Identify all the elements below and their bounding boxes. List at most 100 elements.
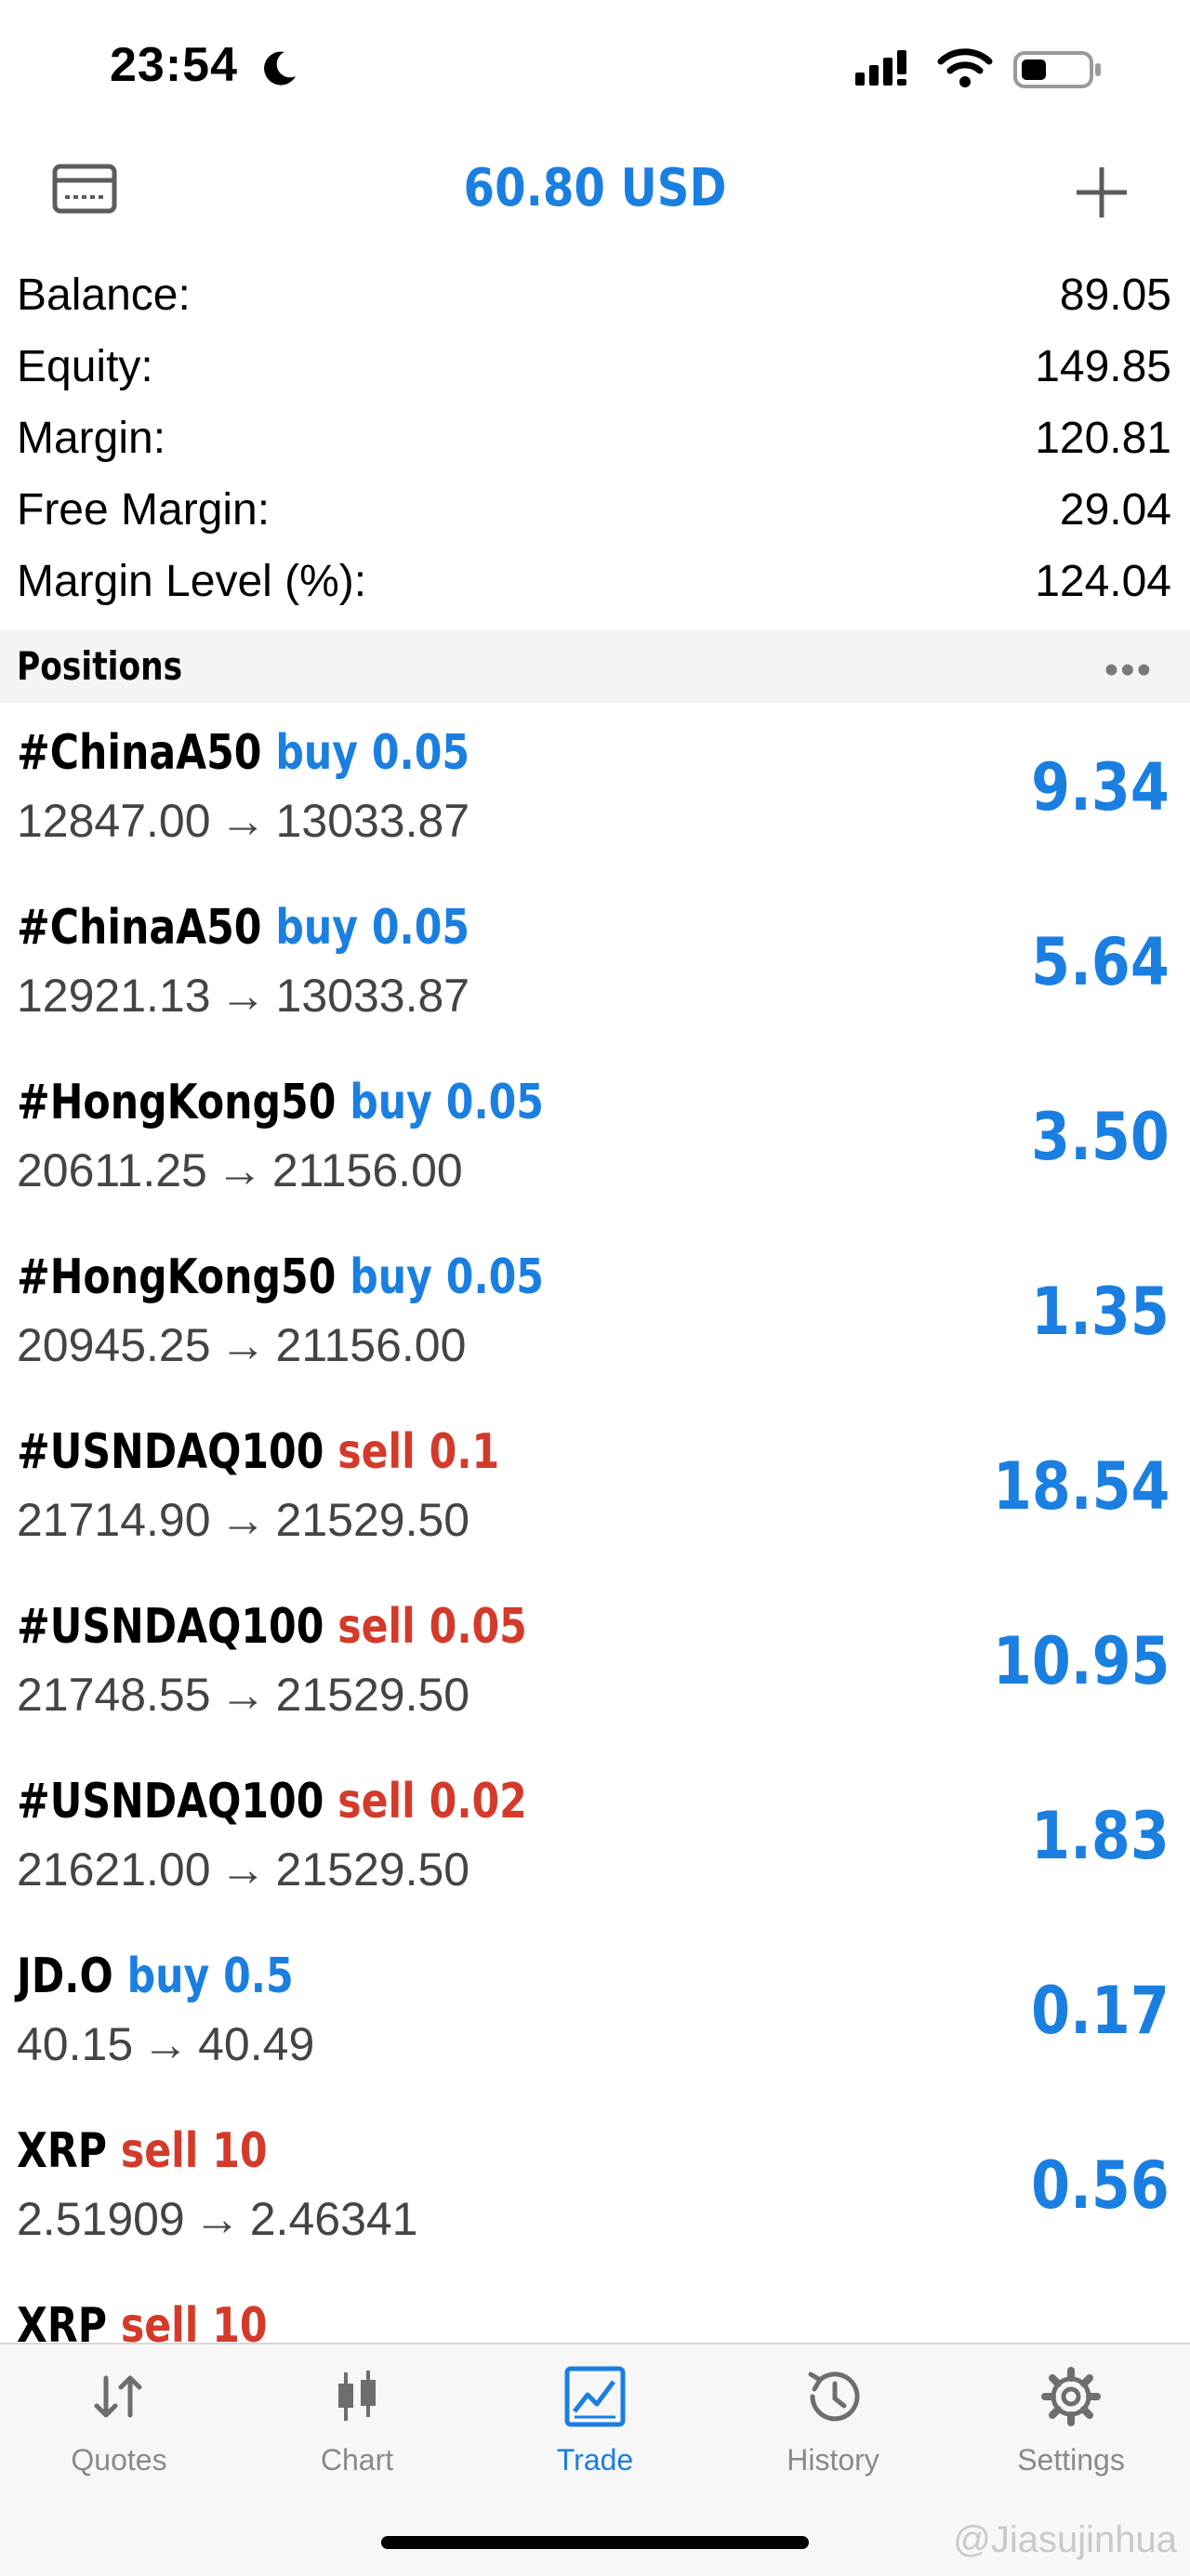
position-row[interactable]: #USNDAQ100 sell 0.1 21714.90 → 21529.50 18…: [0, 1406, 1190, 1580]
position-volume: 0.02: [429, 1774, 527, 1830]
summary-value: 149.85: [1035, 342, 1171, 391]
open-price: 21621.00: [17, 1843, 211, 1896]
tab-label: Trade: [556, 2443, 634, 2477]
quotes-arrows-icon: [94, 2375, 142, 2418]
position-volume: 0.05: [445, 1075, 544, 1130]
gear-icon: [1041, 2367, 1101, 2426]
position-symbol: #USNDAQ100: [17, 1424, 324, 1480]
summary-label: Balance:: [17, 271, 191, 320]
current-price: 21529.50: [275, 1494, 470, 1546]
candlestick-chart-icon: [338, 2371, 376, 2421]
open-price: 12847.00: [17, 795, 211, 847]
position-volume: 0.05: [445, 1249, 544, 1305]
add-order-button[interactable]: [1071, 162, 1132, 223]
summary-value: 120.81: [1035, 414, 1171, 463]
position-side: buy: [350, 1249, 432, 1305]
moon-icon: [264, 51, 296, 86]
position-profit: 9.34: [1031, 749, 1170, 826]
position-title: #USNDAQ100 sell 0.02: [17, 1774, 527, 1830]
position-row[interactable]: JD.O buy 0.5 40.15 → 40.49 0.17: [0, 1930, 1190, 2105]
position-prices: 2.51909 → 2.46341: [17, 2192, 418, 2246]
position-prices: 20945.25 → 21156.00: [17, 1318, 466, 1372]
position-prices: 40.15 → 40.49: [17, 2017, 314, 2071]
price-arrow: →: [219, 1669, 267, 1721]
summary-label: Margin:: [17, 414, 166, 463]
price-arrow: →: [219, 1843, 267, 1896]
position-side: sell: [337, 1774, 416, 1830]
position-row[interactable]: #ChinaA50 buy 0.05 12921.13 → 13033.87 5.6…: [0, 881, 1190, 1056]
tab-trade[interactable]: Trade: [476, 2363, 714, 2503]
position-symbol: #USNDAQ100: [17, 1599, 324, 1655]
position-row[interactable]: XRP sell 10: [0, 2279, 1190, 2343]
cellular-signal-icon: [855, 50, 906, 86]
home-indicator[interactable]: [381, 2536, 809, 2549]
battery-icon: [1013, 51, 1101, 88]
position-prices: 21714.90 → 21529.50: [17, 1493, 469, 1547]
position-prices: 20611.25 → 21156.00: [17, 1143, 463, 1197]
summary-row-margin-level: Margin Level (%): 124.04: [0, 545, 1190, 616]
position-row[interactable]: #HongKong50 buy 0.05 20611.25 → 21156.00 3…: [0, 1056, 1190, 1231]
position-side: buy: [275, 900, 358, 956]
current-price: 21529.50: [275, 1669, 470, 1721]
position-title: XRP sell 10: [17, 2298, 268, 2343]
summary-row-balance: Balance: 89.05: [0, 258, 1190, 330]
summary-value: 124.04: [1035, 557, 1171, 606]
position-side: sell: [120, 2123, 199, 2179]
status-bar: 23:54: [0, 0, 1190, 139]
position-symbol: #ChinaA50: [17, 725, 262, 781]
position-volume: 0.05: [429, 1599, 527, 1655]
open-price: 21748.55: [17, 1669, 211, 1721]
tab-quotes[interactable]: Quotes: [0, 2363, 238, 2503]
position-symbol: XRP: [17, 2298, 107, 2343]
position-profit: 18.54: [992, 1448, 1170, 1525]
positions-title: Positions: [17, 643, 183, 689]
position-title: #ChinaA50 buy 0.05: [17, 900, 469, 956]
status-time: 23:54: [110, 38, 238, 92]
position-profit: 1.83: [1031, 1798, 1170, 1874]
position-row[interactable]: #USNDAQ100 sell 0.02 21621.00 → 21529.50 1…: [0, 1755, 1190, 1930]
open-price: 2.51909: [17, 2193, 185, 2245]
current-price: 13033.87: [275, 970, 470, 1022]
position-profit: 10.95: [992, 1623, 1170, 1699]
price-arrow: →: [219, 970, 267, 1022]
open-price: 21714.90: [17, 1494, 211, 1546]
price-arrow: →: [216, 1144, 263, 1196]
account-header: 60.80 USD: [0, 139, 1190, 242]
summary-label: Equity:: [17, 342, 153, 391]
trade-chart-icon: [564, 2366, 626, 2427]
summary-row-margin: Margin: 120.81: [0, 402, 1190, 473]
position-symbol: JD.O: [17, 1949, 113, 2004]
position-prices: 12921.13 → 13033.87: [17, 969, 469, 1023]
open-price: 40.15: [17, 2018, 134, 2070]
position-symbol: XRP: [17, 2123, 107, 2179]
current-price: 21156.00: [271, 1144, 463, 1196]
position-row[interactable]: #ChinaA50 buy 0.05 12847.00 → 13033.87 9.3…: [0, 707, 1190, 881]
history-clock-icon: [808, 2371, 860, 2422]
summary-value: 29.04: [1059, 485, 1171, 535]
price-arrow: →: [219, 795, 267, 847]
position-row[interactable]: #HongKong50 buy 0.05 20945.25 → 21156.00 1…: [0, 1231, 1190, 1406]
tab-history[interactable]: History: [714, 2363, 952, 2503]
position-side: buy: [126, 1949, 210, 2004]
position-volume: 0.05: [371, 900, 470, 956]
tab-chart[interactable]: Chart: [238, 2363, 476, 2503]
price-arrow: →: [219, 1494, 267, 1546]
tab-label: Settings: [1017, 2443, 1125, 2477]
positions-section-header: Positions •••: [0, 630, 1190, 703]
position-title: XRP sell 10: [17, 2123, 268, 2179]
header-balance-title[interactable]: 60.80 USD: [84, 158, 1107, 218]
position-row[interactable]: XRP sell 10 2.51909 → 2.46341 0.56: [0, 2105, 1190, 2279]
position-profit: 3.50: [1031, 1099, 1170, 1175]
position-profit: 0.17: [1031, 1973, 1170, 2049]
position-volume: 0.1: [429, 1424, 500, 1480]
open-price: 20945.25: [17, 1319, 211, 1371]
account-summary: Balance: 89.05 Equity: 149.85 Margin: 12…: [0, 258, 1190, 616]
position-volume: 0.05: [371, 725, 470, 781]
summary-row-free-margin: Free Margin: 29.04: [0, 473, 1190, 545]
position-row[interactable]: #USNDAQ100 sell 0.05 21748.55 → 21529.50 1…: [0, 1580, 1190, 1755]
price-arrow: →: [219, 1319, 267, 1371]
position-symbol: #HongKong50: [17, 1075, 337, 1130]
more-options-icon[interactable]: •••: [1104, 647, 1153, 694]
tab-settings[interactable]: Settings: [952, 2363, 1190, 2503]
position-title: JD.O buy 0.5: [17, 1949, 294, 2004]
